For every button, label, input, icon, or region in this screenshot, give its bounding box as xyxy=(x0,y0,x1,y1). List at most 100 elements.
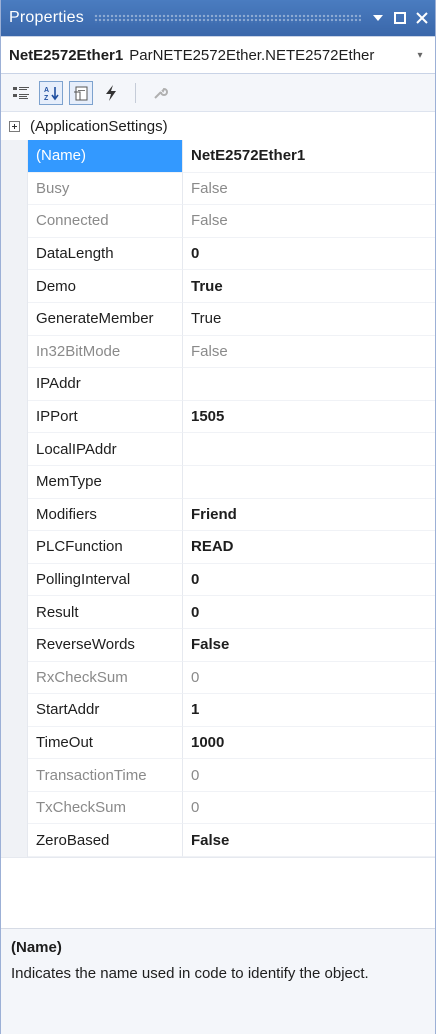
property-row[interactable]: In32BitMode False xyxy=(1,335,435,369)
property-value[interactable]: False xyxy=(183,205,435,238)
property-value[interactable]: 0 xyxy=(183,596,435,629)
row-gutter xyxy=(1,172,28,206)
dropdown-arrow-icon[interactable]: ▾ xyxy=(413,50,427,61)
property-row[interactable]: Busy False xyxy=(1,172,435,206)
maximize-icon[interactable] xyxy=(393,11,407,25)
property-row[interactable]: Result 0 xyxy=(1,596,435,629)
property-value[interactable]: Friend xyxy=(183,499,435,532)
property-row[interactable]: GenerateMember True xyxy=(1,302,435,336)
property-name[interactable]: TimeOut xyxy=(28,726,183,760)
property-row[interactable]: IPPort 1505 xyxy=(1,400,435,434)
property-value[interactable]: True xyxy=(183,270,435,303)
property-value[interactable]: 1505 xyxy=(183,401,435,434)
property-value[interactable]: 1 xyxy=(183,694,435,727)
property-name[interactable]: LocalIPAddr xyxy=(28,433,183,466)
property-row[interactable]: IPAddr xyxy=(1,368,435,401)
property-row[interactable]: RxCheckSum 0 xyxy=(1,661,435,695)
grid-empty-area xyxy=(1,858,435,930)
row-gutter xyxy=(1,596,28,629)
property-value[interactable] xyxy=(183,433,435,466)
property-name[interactable]: PollingInterval xyxy=(28,563,183,597)
row-gutter xyxy=(1,694,28,727)
property-row[interactable]: StartAddr 1 xyxy=(1,694,435,727)
property-name[interactable]: DataLength xyxy=(28,237,183,271)
title-buttons xyxy=(371,11,429,25)
expand-plus-icon[interactable] xyxy=(9,120,20,132)
property-value[interactable]: False xyxy=(183,336,435,369)
property-name[interactable]: PLCFunction xyxy=(28,531,183,564)
chevron-down-icon[interactable] xyxy=(371,11,385,25)
property-row[interactable]: LocalIPAddr xyxy=(1,433,435,466)
categorized-icon[interactable] xyxy=(9,81,33,105)
property-value[interactable]: False xyxy=(183,173,435,206)
property-value[interactable]: False xyxy=(183,629,435,662)
property-row[interactable]: MemType xyxy=(1,465,435,499)
property-row[interactable]: PollingInterval 0 xyxy=(1,563,435,597)
property-row[interactable]: Demo True xyxy=(1,270,435,303)
object-selector[interactable]: NetE2572Ether1 ParNETE2572Ether.NETE2572… xyxy=(1,36,435,74)
title-drag-area[interactable] xyxy=(93,13,361,23)
property-name[interactable]: ReverseWords xyxy=(28,628,183,662)
property-name[interactable]: TxCheckSum xyxy=(28,791,183,825)
property-row[interactable]: Modifiers Friend xyxy=(1,498,435,532)
property-row[interactable]: ZeroBased False xyxy=(1,824,435,858)
property-value[interactable] xyxy=(183,368,435,401)
property-value[interactable] xyxy=(183,466,435,499)
property-value[interactable]: READ xyxy=(183,531,435,564)
close-icon[interactable] xyxy=(415,11,429,25)
property-name[interactable]: Demo xyxy=(28,270,183,303)
svg-text:Z: Z xyxy=(44,95,49,102)
row-gutter xyxy=(1,302,28,336)
property-name[interactable]: IPAddr xyxy=(28,368,183,401)
property-row[interactable]: PLCFunction READ xyxy=(1,531,435,564)
property-name[interactable]: TransactionTime xyxy=(28,759,183,792)
property-name[interactable]: MemType xyxy=(28,465,183,499)
property-row[interactable]: TxCheckSum 0 xyxy=(1,791,435,825)
property-name[interactable]: RxCheckSum xyxy=(28,661,183,695)
property-row[interactable]: TimeOut 1000 xyxy=(1,726,435,760)
property-value[interactable]: 0 xyxy=(183,238,435,271)
property-value[interactable]: 0 xyxy=(183,792,435,825)
row-gutter xyxy=(1,433,28,466)
property-value[interactable]: 0 xyxy=(183,662,435,695)
row-gutter xyxy=(1,661,28,695)
properties-icon[interactable] xyxy=(69,80,93,105)
row-gutter xyxy=(1,335,28,369)
property-name[interactable]: In32BitMode xyxy=(28,335,183,369)
property-row[interactable]: Connected False xyxy=(1,205,435,238)
property-name[interactable]: Modifiers xyxy=(28,498,183,532)
description-text: Indicates the name used in code to ident… xyxy=(11,965,369,983)
property-value[interactable]: False xyxy=(183,824,435,858)
row-gutter xyxy=(1,205,28,238)
property-value[interactable]: 0 xyxy=(183,759,435,792)
property-row[interactable]: DataLength 0 xyxy=(1,237,435,271)
property-grid: (ApplicationSettings) (Name) NetE2572Ethe… xyxy=(1,112,435,859)
property-name[interactable]: ZeroBased xyxy=(28,824,183,858)
property-row[interactable]: (Name) NetE2572Ether1 xyxy=(1,140,435,173)
row-gutter xyxy=(1,824,28,858)
properties-window: Properties NetE2572Ether1 ParNETE2572Eth… xyxy=(0,0,436,1034)
property-name[interactable]: IPPort xyxy=(28,400,183,434)
toolbar-separator xyxy=(135,82,136,103)
property-row[interactable]: TransactionTime 0 xyxy=(1,759,435,792)
row-gutter xyxy=(1,498,28,532)
property-name[interactable]: (Name) xyxy=(28,140,183,173)
svg-text:A: A xyxy=(44,87,49,94)
property-name[interactable]: Busy xyxy=(28,172,183,206)
property-value[interactable]: NetE2572Ether1 xyxy=(183,140,435,173)
row-gutter xyxy=(1,465,28,499)
category-row[interactable]: (ApplicationSettings) xyxy=(1,112,435,140)
alphabetical-sort-icon[interactable]: A Z xyxy=(39,80,63,105)
property-name[interactable]: GenerateMember xyxy=(28,302,183,336)
property-name[interactable]: Result xyxy=(28,596,183,629)
row-gutter xyxy=(1,140,28,173)
property-name[interactable]: StartAddr xyxy=(28,694,183,727)
lightning-icon[interactable] xyxy=(99,81,123,105)
row-gutter xyxy=(1,531,28,564)
property-value[interactable]: 0 xyxy=(183,564,435,597)
property-value[interactable]: 1000 xyxy=(183,727,435,760)
property-name[interactable]: Connected xyxy=(28,205,183,238)
row-gutter xyxy=(1,237,28,271)
property-value[interactable]: True xyxy=(183,303,435,336)
property-row[interactable]: ReverseWords False xyxy=(1,628,435,662)
